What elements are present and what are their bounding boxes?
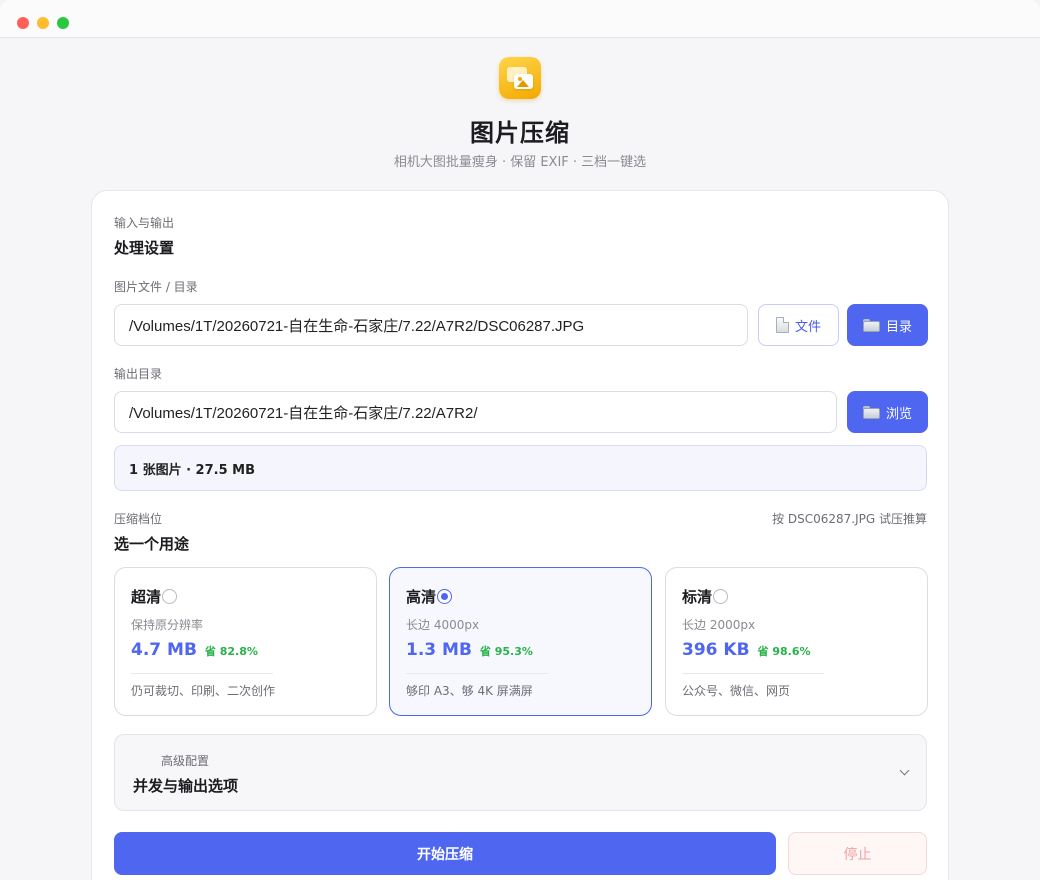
- tier-use-case: 仍可裁切、印刷、二次创作: [131, 684, 276, 698]
- tier-name: 高清: [406, 588, 437, 606]
- compression-section-title: 选一个用途: [114, 535, 190, 553]
- output-dir-label: 输出目录: [114, 367, 163, 381]
- input-path-label: 图片文件 / 目录: [114, 280, 198, 294]
- io-section-title: 处理设置: [114, 239, 175, 257]
- tier-card-standard[interactable]: 标清 长边 2000px 396 KB 省 98.6% 公众号、微信、网页: [665, 567, 928, 716]
- compression-section-caption: 压缩档位: [114, 512, 163, 526]
- tier-use-case: 够印 A3、够 4K 屏满屏: [406, 684, 533, 698]
- io-section-caption: 输入与输出: [114, 216, 175, 230]
- choose-file-button[interactable]: 文件: [758, 304, 839, 346]
- estimate-hint: 按 DSC06287.JPG 试压推算: [772, 512, 927, 526]
- tier-description: 长边 2000px: [682, 618, 756, 632]
- tier-name: 标清: [682, 588, 713, 606]
- choose-file-label: 文件: [794, 319, 821, 335]
- advanced-title: 并发与输出选项: [133, 777, 239, 795]
- chevron-down-icon: [899, 765, 910, 776]
- folder-icon: [862, 318, 880, 332]
- selection-summary: 1 张图片 · 27.5 MB: [114, 445, 927, 491]
- advanced-settings-toggle[interactable]: 高级配置 并发与输出选项: [114, 734, 927, 811]
- choose-directory-button[interactable]: 目录: [847, 304, 928, 346]
- file-icon: [775, 317, 789, 333]
- tier-savings: 省 95.3%: [479, 645, 533, 658]
- tier-estimated-size: 1.3 MB: [406, 640, 472, 660]
- tier-card-high[interactable]: 高清 长边 4000px 1.3 MB 省 95.3% 够印 A3、够 4K 屏满…: [389, 567, 652, 716]
- divider: [406, 673, 548, 674]
- choose-directory-label: 目录: [885, 319, 912, 335]
- tier-description: 长边 4000px: [406, 618, 480, 632]
- tier-radio[interactable]: [162, 589, 178, 604]
- close-window-button[interactable]: [17, 17, 29, 29]
- start-compress-button[interactable]: 开始压缩: [114, 832, 776, 875]
- advanced-caption: 高级配置: [161, 754, 210, 768]
- settings-card: 输入与输出 处理设置 图片文件 / 目录 /Volumes/1T/2026072…: [91, 190, 949, 880]
- photos-app-icon: [499, 57, 541, 99]
- tier-card-ultra[interactable]: 超清 保持原分辨率 4.7 MB 省 82.8% 仍可裁切、印刷、二次创作: [114, 567, 377, 716]
- input-path-field[interactable]: /Volumes/1T/20260721-自在生命-石家庄/7.22/A7R2/…: [114, 304, 748, 346]
- browse-output-label: 浏览: [885, 406, 912, 422]
- page-subtitle: 相机大图批量瘦身 · 保留 EXIF · 三档一键选: [393, 155, 647, 170]
- tier-savings: 省 82.8%: [204, 645, 258, 658]
- tier-radio[interactable]: [713, 589, 729, 604]
- output-dir-field[interactable]: /Volumes/1T/20260721-自在生命-石家庄/7.22/A7R2/: [114, 391, 837, 433]
- tier-estimated-size: 4.7 MB: [131, 640, 197, 660]
- folder-icon: [862, 405, 880, 419]
- divider: [131, 673, 273, 674]
- tier-estimated-size: 396 KB: [682, 640, 750, 660]
- stop-button[interactable]: 停止: [788, 832, 927, 875]
- page-title: 图片压缩: [470, 119, 570, 147]
- title-bar: [0, 0, 1040, 38]
- browse-output-button[interactable]: 浏览: [847, 391, 928, 433]
- maximize-window-button[interactable]: [57, 17, 69, 29]
- tier-savings: 省 98.6%: [757, 645, 811, 658]
- tier-radio-selected[interactable]: [437, 589, 453, 604]
- minimize-window-button[interactable]: [37, 17, 49, 29]
- tier-name: 超清: [131, 588, 162, 606]
- app-window: 图片压缩 相机大图批量瘦身 · 保留 EXIF · 三档一键选 输入与输出 处理…: [0, 0, 1040, 880]
- tier-use-case: 公众号、微信、网页: [682, 684, 791, 698]
- divider: [682, 673, 824, 674]
- tier-description: 保持原分辨率: [131, 618, 204, 632]
